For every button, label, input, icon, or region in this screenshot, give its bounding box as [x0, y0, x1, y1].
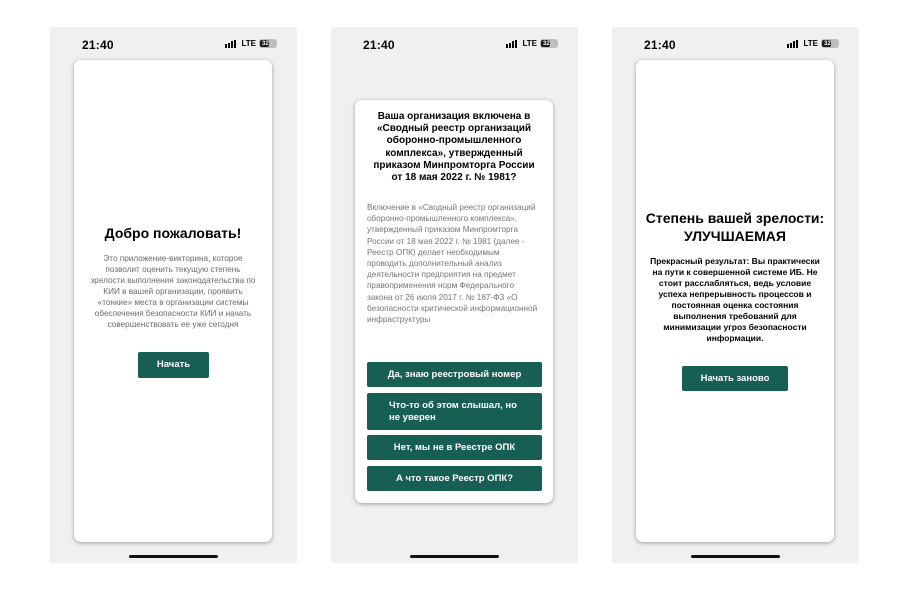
phone-screen-question: 21:40 LTE 32 Ваша организация включена в…	[331, 27, 578, 563]
status-icons: LTE 32	[225, 39, 277, 48]
status-icons: LTE 32	[506, 39, 558, 48]
battery-icon: 32	[821, 39, 839, 48]
result-description: Прекрасный результат: Вы практически на …	[650, 256, 820, 343]
signal-icon	[506, 39, 518, 48]
welcome-card: Добро пожаловать! Это приложение-виктори…	[74, 60, 272, 542]
battery-icon: 32	[540, 39, 558, 48]
welcome-description: Это приложение-викторина, которое позвол…	[90, 254, 256, 329]
result-card: Степень вашей зрелости: УЛУЧШАЕМАЯ Прекр…	[636, 60, 834, 542]
status-time: 21:40	[644, 38, 676, 52]
welcome-title: Добро пожаловать!	[104, 225, 242, 241]
signal-icon	[225, 39, 237, 48]
home-indicator[interactable]	[129, 555, 218, 558]
phone-screen-welcome: 21:40 LTE 32 Добро пожаловать! Это прило…	[50, 27, 297, 563]
home-indicator[interactable]	[410, 555, 499, 558]
start-button[interactable]: Начать	[138, 352, 209, 378]
status-bar: 21:40 LTE 32	[612, 27, 859, 61]
status-time: 21:40	[363, 38, 395, 52]
battery-level: 32	[262, 40, 269, 47]
network-label: LTE	[241, 39, 256, 48]
home-indicator[interactable]	[691, 555, 780, 558]
question-card: Ваша организация включена в «Сводный рее…	[355, 100, 553, 503]
phone-screen-result: 21:40 LTE 32 Степень вашей зрелости: УЛУ…	[612, 27, 859, 563]
result-title: Степень вашей зрелости:	[645, 210, 825, 226]
battery-icon: 32	[259, 39, 277, 48]
battery-level: 32	[824, 40, 831, 47]
answer-button-1[interactable]: Да, знаю реестровый номер	[367, 362, 542, 387]
result-level: УЛУЧШАЕМАЯ	[684, 228, 786, 244]
signal-icon	[787, 39, 799, 48]
status-bar: 21:40 LTE 32	[50, 27, 297, 61]
status-bar: 21:40 LTE 32	[331, 27, 578, 61]
question-title: Ваша организация включена в «Сводный рее…	[373, 111, 535, 184]
status-icons: LTE 32	[787, 39, 839, 48]
restart-button[interactable]: Начать заново	[682, 366, 788, 391]
battery-level: 32	[543, 40, 550, 47]
network-label: LTE	[803, 39, 818, 48]
network-label: LTE	[522, 39, 537, 48]
answer-button-4[interactable]: А что такое Реестр ОПК?	[367, 466, 542, 491]
answer-button-3[interactable]: Нет, мы не в Реестре ОПК	[367, 435, 542, 460]
answer-button-2[interactable]: Что-то об этом слышал, но не уверен	[367, 393, 542, 430]
status-time: 21:40	[82, 38, 114, 52]
question-description: Включение в «Сводный реестр организаций …	[367, 203, 538, 325]
